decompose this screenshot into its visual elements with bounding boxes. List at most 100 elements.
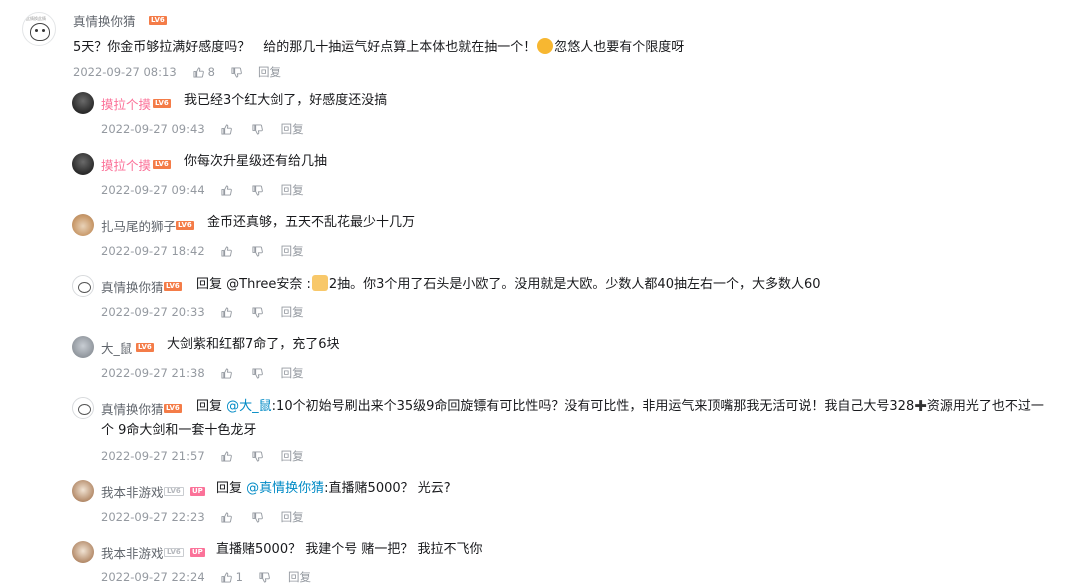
avatar[interactable]: [72, 541, 94, 563]
dislike-button[interactable]: [252, 306, 263, 318]
comment-meta: 2022-09-27 08:13 8 回复: [73, 64, 281, 80]
comment-text: 我已经3个红大剑了，好感度还没搞: [184, 93, 388, 108]
avatar[interactable]: [72, 397, 94, 419]
username[interactable]: 我本非游戏: [101, 543, 164, 562]
comment-text: 你每次升星级还有给几抽: [184, 154, 328, 169]
username[interactable]: 我本非游戏: [101, 482, 164, 501]
up-badge: UP: [190, 487, 205, 496]
reply-button[interactable]: 回复: [281, 365, 304, 381]
comment-text: 大剑紫和红都7命了，充了6块: [167, 337, 340, 352]
timestamp: 2022-09-27 22:23: [101, 510, 205, 524]
avatar[interactable]: [72, 214, 94, 236]
username[interactable]: 真情换你猜: [101, 399, 164, 418]
like-button[interactable]: [221, 184, 232, 196]
comment-meta: 2022-09-27 22:23 回复: [101, 509, 304, 525]
level-badge: LV6: [136, 343, 154, 352]
reply-button[interactable]: 回复: [281, 448, 304, 464]
timestamp: 2022-09-27 21:57: [101, 449, 205, 463]
username[interactable]: 扎马尾的狮子: [101, 216, 176, 235]
comment-text: 金币还真够，五天不乱花最少十几万: [207, 215, 416, 230]
comment-content: 回复 @Three安奈 : 2抽。你3个用了石头是小欧了。没用就是大欧。少数人都4…: [196, 275, 821, 294]
reply-button[interactable]: 回复: [281, 509, 304, 525]
reply-word: 回复: [216, 481, 243, 496]
reply-button[interactable]: 回复: [258, 64, 281, 80]
like-button[interactable]: [221, 123, 232, 135]
timestamp: 2022-09-27 08:13: [73, 65, 177, 79]
thumb-down-icon: [252, 511, 263, 523]
comment-text: 直播赌5000？ 我建个号 赌一把？ 我拉不飞你: [216, 542, 483, 557]
timestamp: 2022-09-27 09:44: [101, 183, 205, 197]
username[interactable]: 摸拉个摸: [101, 94, 151, 113]
like-button[interactable]: [221, 245, 232, 257]
dislike-button[interactable]: [259, 571, 270, 583]
level-badge: LV6: [164, 548, 184, 557]
like-button[interactable]: [221, 306, 232, 318]
dislike-button[interactable]: [252, 367, 263, 379]
avatar[interactable]: [72, 336, 94, 358]
avatar[interactable]: [72, 92, 94, 114]
username[interactable]: 摸拉个摸: [101, 155, 151, 174]
up-badge: UP: [190, 548, 205, 557]
username[interactable]: 真情换你猜: [101, 277, 164, 296]
comment-meta: 2022-09-27 18:42 回复: [101, 243, 304, 259]
thumb-down-icon: [259, 571, 270, 583]
comment-meta: 2022-09-27 21:57 回复: [101, 448, 304, 464]
like-button[interactable]: [221, 367, 232, 379]
mention-link[interactable]: @真情换你猜: [246, 481, 324, 496]
level-badge: LV6: [176, 221, 194, 230]
avatar-caption: 此情换此情: [26, 16, 46, 21]
like-button[interactable]: [221, 450, 232, 462]
like-button[interactable]: 1: [221, 570, 243, 584]
like-button[interactable]: [221, 511, 232, 523]
thumb-down-icon: [252, 245, 263, 257]
comment-text-line2: 个 9命大剑和一套十色龙牙: [101, 423, 257, 438]
thumb-up-icon: [221, 123, 232, 135]
comment-content: 回复 @真情换你猜:直播赌5000？ 光云?: [216, 480, 451, 498]
timestamp: 2022-09-27 09:43: [101, 122, 205, 136]
reply-button[interactable]: 回复: [281, 243, 304, 259]
comment-meta: 2022-09-27 20:33 回复: [101, 304, 304, 320]
comment-text: 5天？你金币够拉满好感度吗？ 给的那几十抽运气好点算上本体也就在抽一个！: [73, 40, 537, 55]
comment-meta: 2022-09-27 21:38 回复: [101, 365, 304, 381]
dislike-button[interactable]: [231, 66, 242, 78]
reply-button[interactable]: 回复: [281, 121, 304, 137]
timestamp: 2022-09-27 22:24: [101, 570, 205, 584]
thumb-down-icon: [252, 367, 263, 379]
timestamp: 2022-09-27 20:33: [101, 305, 205, 319]
comment-meta: 2022-09-27 22:24 1 回复: [101, 569, 311, 584]
comment-text: :直播赌5000？ 光云?: [324, 481, 451, 496]
dislike-button[interactable]: [252, 450, 263, 462]
dislike-button[interactable]: [252, 511, 263, 523]
thumb-up-icon: [221, 511, 232, 523]
thumb-up-icon: [221, 245, 232, 257]
comment-content: 5天？你金币够拉满好感度吗？ 给的那几十抽运气好点算上本体也就在抽一个！ 忽悠人也…: [73, 38, 684, 57]
thumb-down-icon: [231, 66, 242, 78]
plus-emoji-icon: ✚: [914, 397, 927, 415]
like-count: 8: [207, 65, 215, 79]
reply-button[interactable]: 回复: [281, 182, 304, 198]
thumb-down-icon: [252, 123, 263, 135]
reply-word: 回复: [196, 399, 223, 414]
reply-button[interactable]: 回复: [281, 304, 304, 320]
emoji-icon: [537, 38, 554, 54]
level-badge: LV6: [153, 160, 171, 169]
username[interactable]: 真情换你猜: [73, 11, 136, 30]
avatar[interactable]: 此情换此情: [22, 12, 56, 46]
dislike-button[interactable]: [252, 123, 263, 135]
avatar[interactable]: [72, 275, 94, 297]
thumb-up-icon: [221, 306, 232, 318]
comment-content: 回复 @大_鼠:10个初始号刷出来个35级9命回旋镖有可比性吗？没有可比性，非用…: [196, 397, 1044, 416]
reply-button[interactable]: 回复: [288, 569, 311, 584]
avatar[interactable]: [72, 153, 94, 175]
thumb-up-icon: [221, 450, 232, 462]
thumb-up-icon: [221, 367, 232, 379]
avatar[interactable]: [72, 480, 94, 502]
dislike-button[interactable]: [252, 184, 263, 196]
dislike-button[interactable]: [252, 245, 263, 257]
like-count: 1: [235, 570, 243, 584]
face-icon: [30, 23, 50, 41]
mention-link[interactable]: @大_鼠: [226, 399, 272, 414]
username[interactable]: 大_鼠: [101, 338, 132, 357]
thumb-down-icon: [252, 306, 263, 318]
like-button[interactable]: 8: [193, 65, 215, 79]
